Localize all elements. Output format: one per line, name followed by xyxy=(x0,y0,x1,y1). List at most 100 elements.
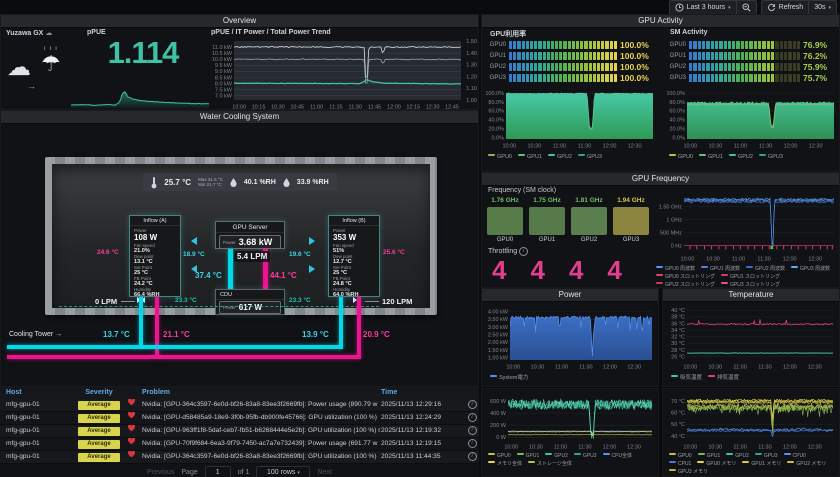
col-severity[interactable]: Severity xyxy=(70,387,128,399)
svg-text:0.0%: 0.0% xyxy=(672,135,685,141)
gauge-label: GPU1 xyxy=(486,53,506,59)
svg-text:1.10: 1.10 xyxy=(466,86,477,92)
refresh-label: Refresh xyxy=(779,4,804,11)
alert-row[interactable]: mfg-gpu-01 Average Nvidia: [GPU-364c3597… xyxy=(0,451,479,464)
legend-item[interactable]: GPU3 xyxy=(574,452,597,460)
legend-item[interactable]: GPU0 xyxy=(488,452,511,460)
time-range-picker[interactable]: Last 3 hours ▾ xyxy=(670,1,736,14)
svg-text:100.0%: 100.0% xyxy=(485,91,504,97)
svg-text:1.00 kW: 1.00 kW xyxy=(488,355,509,361)
page-number-input[interactable]: 1 xyxy=(205,466,231,477)
legend-item[interactable]: GPU3 周波数 xyxy=(791,265,830,273)
legend-item[interactable]: GPU0 周波数 xyxy=(656,265,695,273)
alert-problem[interactable]: Nvidia: [GPU-70f9f684-6ea3-9f79-7450-ac7… xyxy=(142,438,381,450)
svg-text:1 GHz: 1 GHz xyxy=(666,217,682,223)
refresh-interval-value: 30s xyxy=(814,4,825,11)
info-icon[interactable]: i xyxy=(468,426,477,435)
legend-item[interactable]: 排気温度 xyxy=(708,374,739,382)
legend-item[interactable]: ストレージ全体 xyxy=(528,460,572,468)
legend-item[interactable]: GPU3 xyxy=(759,153,783,161)
svg-text:10:00: 10:00 xyxy=(681,257,695,263)
legend-item[interactable]: GPU0 スロットリング xyxy=(656,273,715,281)
freq-tile-label: GPU0 xyxy=(486,237,524,243)
legend-item[interactable]: GPU2 xyxy=(545,452,568,460)
system-power-chart[interactable]: 1.00 kW1.50 kW2.00 kW2.50 kW3.00 kW3.50 … xyxy=(484,304,657,370)
airflow-arrow-icon xyxy=(187,237,197,245)
legend-item[interactable]: GPU1 xyxy=(517,452,540,460)
previous-page-button[interactable]: Previous xyxy=(147,469,174,476)
info-icon[interactable]: i xyxy=(468,452,477,461)
overview-panel: Overview Yuzawa GX ☁ ☁ ╵╵╵ ☂ → pPUE 1.11… xyxy=(0,14,479,110)
alert-problem[interactable]: Nvidia: [GPU-963ff1f8-5daf-ceb7-fb51-b62… xyxy=(142,425,381,437)
cloud-icon: ☁ xyxy=(7,53,31,82)
power-label: Power xyxy=(329,226,379,233)
col-time[interactable]: Time xyxy=(381,387,465,399)
legend-item[interactable]: メモリ全体 xyxy=(488,460,522,468)
inflow-b-unit: Inflow (B) Power 353 W Fan speed51% Dew … xyxy=(328,215,380,297)
legend-item[interactable]: GPU1 スロットリング xyxy=(721,273,780,281)
legend-item[interactable]: GPU0 xyxy=(488,153,512,161)
legend-item[interactable]: CPU全体 xyxy=(603,452,633,460)
alert-row[interactable]: mfg-gpu-01 Average Nvidia: [GPU-364c3597… xyxy=(0,399,479,412)
svg-text:40 °C: 40 °C xyxy=(671,434,685,440)
legend-item[interactable]: GPU1 周波数 xyxy=(701,265,740,273)
cdu-unit: CDU Power 617 W xyxy=(215,289,285,315)
legend-item[interactable]: GPU0 xyxy=(669,452,692,460)
legend-item[interactable]: GPU1 xyxy=(699,153,723,161)
ambient-readout-bar: 25.7 °C Max 31.6 °CMin 21.7 °C 40.1 %RH … xyxy=(143,173,337,191)
refresh-button[interactable]: Refresh xyxy=(762,1,809,14)
legend-item[interactable]: GPU1 xyxy=(698,452,721,460)
col-problem[interactable]: Problem xyxy=(142,387,381,399)
legend-item[interactable]: GPU3 xyxy=(578,153,602,161)
alert-host: mfg-gpu-01 xyxy=(0,438,70,450)
legend-item[interactable]: GPU2 xyxy=(726,452,749,460)
info-icon[interactable]: i xyxy=(468,439,477,448)
next-page-button[interactable]: Next xyxy=(317,469,331,476)
alert-problem[interactable]: Nvidia: [GPU-364c3597-6e0d-bf26-83a8-83e… xyxy=(142,399,381,411)
alert-row[interactable]: mfg-gpu-01 Average Nvidia: [GPU-70f9f684… xyxy=(0,438,479,451)
zoom-out-button[interactable] xyxy=(736,1,756,14)
legend-item[interactable]: GPU2 xyxy=(729,153,753,161)
svg-text:34 °C: 34 °C xyxy=(671,328,685,334)
alert-host: mfg-gpu-01 xyxy=(0,412,70,424)
legend-item[interactable]: GPU1 xyxy=(518,153,542,161)
freq-tile-label: GPU3 xyxy=(612,237,650,243)
info-icon[interactable]: i xyxy=(468,400,477,409)
component-temperature-chart[interactable]: 40 °C50 °C60 °C70 °C10:0010:3011:0011:30… xyxy=(665,392,838,450)
legend-item[interactable]: GPU1 メモリ xyxy=(742,460,781,468)
sm-activity-chart[interactable]: 0.0%20.0%40.0%60.0%80.0%100.0%10:0010:30… xyxy=(665,87,839,149)
refresh-interval-select[interactable]: 30s ▾ xyxy=(808,1,836,14)
svg-text:50 °C: 50 °C xyxy=(671,422,685,428)
alert-problem[interactable]: Nvidia: [GPU-d58485a9-18e9-3f0b-95fb-db9… xyxy=(142,412,381,424)
legend-item[interactable]: GPU0 xyxy=(669,153,693,161)
legend-item[interactable]: CPU1 xyxy=(669,460,691,468)
alert-problem[interactable]: Nvidia: [GPU-364c3597-6e0d-bf26-83a8-83e… xyxy=(142,451,381,463)
cloud-icon: ☁ xyxy=(45,30,52,37)
legend-item[interactable]: CPU0 xyxy=(784,452,806,460)
info-icon[interactable]: i xyxy=(468,413,477,422)
chevron-down-icon: ▾ xyxy=(297,470,300,476)
water-cooling-panel: Water Cooling System 25.7 °C Max 31.6 °C… xyxy=(0,110,479,387)
svg-text:8.5 kW: 8.5 kW xyxy=(215,75,233,81)
rows-per-page-select[interactable]: 100 rows ▾ xyxy=(256,466,310,477)
svg-text:11:30: 11:30 xyxy=(578,445,591,451)
legend-item[interactable]: GPU0 メモリ xyxy=(697,460,736,468)
alerts-panel: Host Severity Problem Time mfg-gpu-01 Av… xyxy=(0,387,479,477)
gpu-util-chart[interactable]: 0.0%20.0%40.0%60.0%80.0%100.0%10:0010:30… xyxy=(484,87,658,149)
legend-item[interactable]: GPU2 xyxy=(548,153,572,161)
legend-item[interactable]: System電力 xyxy=(490,374,528,382)
throttling-counts: 4 4 4 4 xyxy=(492,255,622,286)
air-temperature-chart[interactable]: 26 °C28 °C30 °C32 °C34 °C36 °C38 °C40 °C… xyxy=(665,304,838,370)
legend-item[interactable]: GPU3 メモリ xyxy=(669,468,708,476)
component-power-chart[interactable]: 0 W200 W400 W600 W10:0010:3011:0011:3012… xyxy=(484,392,657,450)
legend-item[interactable]: GPU2 周波数 xyxy=(746,265,785,273)
legend-item[interactable]: GPU2 メモリ xyxy=(787,460,826,468)
alert-row[interactable]: mfg-gpu-01 Average Nvidia: [GPU-d58485a9… xyxy=(0,412,479,425)
legend-item[interactable]: GPU3 xyxy=(755,452,778,460)
gpu-frequency-chart[interactable]: 0 Hz500 MHz1 GHz1.50 GHz10:0010:3011:001… xyxy=(654,188,839,262)
col-host[interactable]: Host xyxy=(0,387,70,399)
gauge-label: GPU0 xyxy=(486,42,506,48)
legend-item[interactable]: 吸気温度 xyxy=(671,374,702,382)
alert-row[interactable]: mfg-gpu-01 Average Nvidia: [GPU-963ff1f8… xyxy=(0,425,479,438)
trend-chart[interactable]: 7.0 kW7.5 kW8.0 kW8.5 kW9.0 kW9.5 kW10.0… xyxy=(208,38,478,110)
